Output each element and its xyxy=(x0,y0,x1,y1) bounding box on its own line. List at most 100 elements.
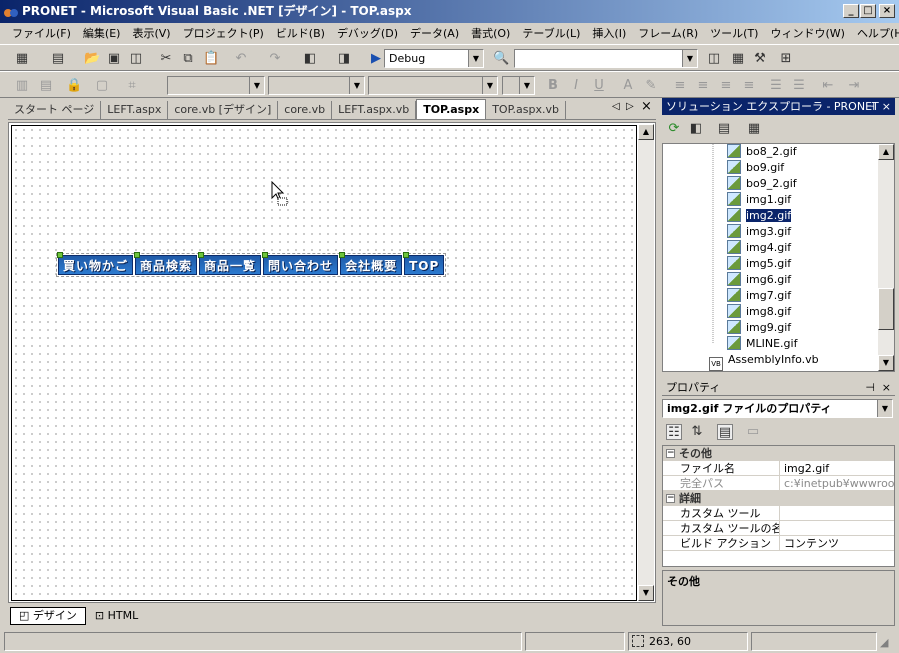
undo-icon[interactable]: ↶ xyxy=(233,51,249,67)
save-all-icon[interactable]: ◫ xyxy=(128,51,144,67)
designer-vertical-scrollbar[interactable]: ▲ ▼ xyxy=(638,124,654,601)
cut-icon[interactable]: ✂ xyxy=(158,51,174,67)
pin-icon[interactable]: ⊣ xyxy=(865,379,875,396)
font-name-select[interactable]: ▼ xyxy=(268,76,365,95)
menu-window[interactable]: ウィンドウ(W) xyxy=(764,23,850,44)
nav-image-search[interactable]: 商品検索 xyxy=(134,252,198,275)
menu-project[interactable]: プロジェクト(P) xyxy=(177,23,270,44)
highlight-icon[interactable]: ✎ xyxy=(643,78,659,94)
nav-image-list[interactable]: 商品一覧 xyxy=(198,252,262,275)
bold-icon[interactable]: B xyxy=(545,78,561,94)
align-center-icon[interactable]: ≡ xyxy=(695,78,711,94)
property-row[interactable]: ファイル名 img2.gif xyxy=(663,461,894,476)
navigate-back-icon[interactable]: ◧ xyxy=(302,51,318,67)
collapse-icon[interactable]: − xyxy=(666,449,675,458)
tree-item[interactable]: VB AssemblyInfo.vb xyxy=(709,352,819,371)
tree-item[interactable]: MLINE.gif xyxy=(727,336,797,352)
properties-window-icon[interactable]: ▦ xyxy=(730,51,746,67)
nav-image-inquiry[interactable]: 問い合わせ xyxy=(262,252,339,275)
toolbox-icon[interactable]: ⚒ xyxy=(752,51,768,67)
menu-edit[interactable]: 編集(E) xyxy=(77,23,127,44)
tab-left-aspx-vb[interactable]: LEFT.aspx.vb xyxy=(332,101,417,119)
design-grid-icon[interactable]: ▥ xyxy=(14,78,30,94)
start-debug-icon[interactable]: ▶ xyxy=(368,51,384,67)
snap-icon[interactable]: ▤ xyxy=(38,78,54,94)
indent-icon[interactable]: ⇥ xyxy=(846,78,862,94)
tab-core-vb-design[interactable]: core.vb [デザイン] xyxy=(168,101,279,119)
close-pane-icon[interactable]: × xyxy=(882,379,891,396)
properties-object-select[interactable]: img2.gif ファイルのプロパティ ▼ xyxy=(662,399,893,418)
tab-html-view[interactable]: ⊡ HTML xyxy=(86,607,147,625)
nav-image-cart[interactable]: 買い物かご xyxy=(57,252,134,275)
add-item-icon[interactable]: ▤ xyxy=(50,51,66,67)
scroll-down-icon[interactable]: ▼ xyxy=(638,585,654,601)
property-row[interactable]: カスタム ツール xyxy=(663,506,894,521)
new-project-icon[interactable]: ▦ xyxy=(14,51,30,67)
tab-top-aspx[interactable]: TOP.aspx xyxy=(416,99,487,119)
align-left-icon[interactable]: ≡ xyxy=(672,78,688,94)
menu-table[interactable]: テーブル(L) xyxy=(516,23,586,44)
property-row[interactable]: 完全パスc:¥inetpub¥wwwroot¥P xyxy=(663,476,894,491)
refresh-icon[interactable]: ⟳ xyxy=(666,121,682,137)
font-size-select[interactable]: ▼ xyxy=(502,76,535,95)
outdent-icon[interactable]: ⇤ xyxy=(820,78,836,94)
copy-icon[interactable]: ⧉ xyxy=(180,51,196,67)
properties-view-icon[interactable]: ▤ xyxy=(717,424,733,440)
resize-grip-icon[interactable]: ◢ xyxy=(880,636,894,650)
menu-frames[interactable]: フレーム(R) xyxy=(632,23,704,44)
tab-scroll-right-icon[interactable]: ▷ xyxy=(626,101,634,112)
scroll-up-icon[interactable]: ▲ xyxy=(638,124,654,140)
tree-item[interactable]: bo8_2.gif xyxy=(727,144,797,160)
tree-item[interactable]: img6.gif xyxy=(727,272,791,288)
property-row[interactable]: ビルド アクション コンテンツ xyxy=(663,536,894,551)
lock-icon[interactable]: 🔒 xyxy=(66,78,82,94)
tree-item[interactable]: img4.gif xyxy=(727,240,791,256)
design-canvas[interactable]: 買い物かご 商品検索 商品一覧 問い合わせ 会社概要 TOP xyxy=(11,125,637,601)
property-pages-icon[interactable]: ▭ xyxy=(745,424,761,440)
menu-data[interactable]: データ(A) xyxy=(404,23,465,44)
menu-tools[interactable]: ツール(T) xyxy=(704,23,764,44)
align-icon[interactable]: ⌗ xyxy=(124,78,140,94)
paste-icon[interactable]: 📋 xyxy=(203,51,219,67)
menu-debug[interactable]: デバッグ(D) xyxy=(331,23,404,44)
solution-explorer-scrollbar[interactable]: ▲ ▼ xyxy=(878,144,894,371)
italic-icon[interactable]: I xyxy=(568,78,584,94)
tree-item[interactable]: bo9.gif xyxy=(727,160,784,176)
font-style-select[interactable]: ▼ xyxy=(368,76,498,95)
tab-top-aspx-vb[interactable]: TOP.aspx.vb xyxy=(486,101,566,119)
font-color-icon[interactable]: A xyxy=(620,78,636,94)
tree-item-selected[interactable]: img2.gif xyxy=(727,208,792,224)
class-view-icon[interactable]: ⊞ xyxy=(778,51,794,67)
position-icon[interactable]: ▢ xyxy=(94,78,110,94)
solution-config-select[interactable]: Debug ▼ xyxy=(384,49,484,68)
pin-icon[interactable]: ⊣ xyxy=(865,98,875,115)
bullet-list-icon[interactable]: ☰ xyxy=(791,78,807,94)
tree-item[interactable]: img9.gif xyxy=(727,320,791,336)
minimize-button[interactable]: _ xyxy=(843,4,859,18)
property-category[interactable]: − その他 xyxy=(663,446,894,461)
solution-explorer-tree[interactable]: bo8_2.gif bo9.gif bo9_2.gif img1.gif img… xyxy=(662,143,895,372)
tree-item[interactable]: img3.gif xyxy=(727,224,791,240)
collapse-icon[interactable]: − xyxy=(666,494,675,503)
tree-item[interactable]: img5.gif xyxy=(727,256,791,272)
save-icon[interactable]: ▣ xyxy=(106,51,122,67)
align-right-icon[interactable]: ≡ xyxy=(718,78,734,94)
tab-left-aspx[interactable]: LEFT.aspx xyxy=(101,101,169,119)
tab-scroll-left-icon[interactable]: ◁ xyxy=(612,101,620,112)
underline-icon[interactable]: U xyxy=(591,78,607,94)
nav-image-top[interactable]: TOP xyxy=(403,252,445,275)
justify-icon[interactable]: ≡ xyxy=(741,78,757,94)
redo-icon[interactable]: ↷ xyxy=(267,51,283,67)
solution-explorer-icon[interactable]: ◫ xyxy=(706,51,722,67)
menu-insert[interactable]: 挿入(I) xyxy=(586,23,632,44)
tree-item[interactable]: bo9_2.gif xyxy=(727,176,797,192)
close-button[interactable]: × xyxy=(879,4,895,18)
tab-design-view[interactable]: ◰ デザイン xyxy=(10,607,86,625)
tab-start-page[interactable]: スタート ページ xyxy=(8,101,102,119)
tree-item[interactable]: img1.gif xyxy=(727,192,791,208)
menu-help[interactable]: ヘルプ(H) xyxy=(851,23,899,44)
find-combo[interactable]: ▼ xyxy=(514,49,698,68)
numbered-list-icon[interactable]: ☰ xyxy=(768,78,784,94)
open-file-icon[interactable]: 📂 xyxy=(84,51,100,67)
close-document-icon[interactable]: × xyxy=(641,99,652,114)
